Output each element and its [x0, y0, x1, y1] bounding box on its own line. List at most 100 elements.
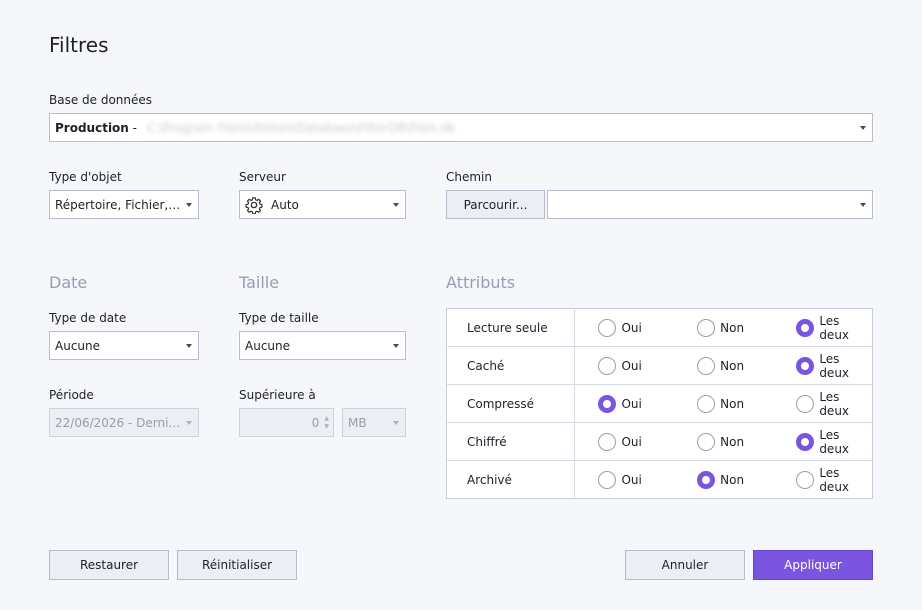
attribute-row: Caché Oui Non Les deux [446, 346, 873, 385]
page-title: Filtres [49, 33, 109, 57]
radio-checked-icon[interactable] [796, 432, 815, 451]
attribute-radio-label: Les deux [819, 313, 850, 342]
radio-unchecked-icon[interactable] [598, 470, 617, 489]
size-type-select[interactable]: Aucune [239, 331, 406, 360]
path-select[interactable] [547, 190, 873, 219]
attribute-radio-label: Oui [621, 358, 642, 373]
size-type-label: Type de taille [239, 311, 319, 325]
greater-than-value: 0 [311, 415, 320, 430]
attribute-name: Lecture seule [446, 308, 576, 347]
attribute-row: Chiffré Oui Non Les deux [446, 422, 873, 461]
attribute-radio[interactable]: Oui [575, 470, 674, 489]
attribute-option-cell: Non [674, 384, 774, 423]
greater-than-label: Supérieure à [239, 388, 316, 402]
chevron-down-icon [186, 420, 192, 425]
period-label: Période [49, 388, 94, 402]
attribute-option-cell: Oui [574, 460, 675, 499]
chevron-down-icon [393, 420, 399, 425]
attribute-option-cell: Les deux [773, 346, 873, 385]
radio-unchecked-icon[interactable] [697, 356, 716, 375]
attribute-radio-label: Non [720, 320, 745, 335]
chevron-down-icon [393, 343, 399, 348]
attribute-option-cell: Non [674, 460, 774, 499]
radio-unchecked-icon[interactable] [796, 470, 815, 489]
size-unit-value: MB [348, 415, 367, 430]
size-type-value: Aucune [245, 338, 291, 353]
reset-button[interactable]: Réinitialiser [177, 550, 297, 580]
attribute-row: Lecture seule Oui Non Les deux [446, 308, 873, 347]
attribute-option-cell: Non [674, 309, 773, 347]
attribute-radio-label: Oui [621, 320, 642, 335]
attribute-radio[interactable]: Non [674, 432, 773, 451]
radio-checked-icon[interactable] [697, 470, 716, 489]
attribute-radio[interactable]: Les deux [773, 314, 872, 342]
attribute-option-cell: Oui [574, 384, 675, 423]
database-label: Base de données [49, 93, 153, 107]
attribute-option-cell: Non [674, 346, 774, 385]
attribute-radio-label: Non [720, 434, 745, 449]
attribute-option-cell: Oui [575, 309, 674, 347]
attribute-radio-label: Oui [621, 472, 642, 487]
attribute-radio[interactable]: Non [674, 470, 773, 489]
attribute-radio[interactable]: Les deux [773, 428, 872, 456]
radio-unchecked-icon[interactable] [697, 432, 716, 451]
path-label: Chemin [446, 170, 492, 184]
greater-than-stepper[interactable]: 0 ▲ ▼ [239, 408, 334, 437]
radio-unchecked-icon[interactable] [796, 394, 815, 413]
attribute-radio[interactable]: Oui [575, 432, 674, 451]
attribute-option-cell: Les deux [773, 422, 873, 461]
radio-checked-icon[interactable] [598, 394, 617, 413]
spin-down-icon[interactable]: ▼ [324, 423, 329, 431]
attribute-radio[interactable]: Non [674, 394, 773, 413]
date-section-title: Date [49, 273, 88, 292]
size-section-title: Taille [239, 273, 280, 292]
radio-checked-icon[interactable] [796, 356, 815, 375]
attribute-name: Archivé [446, 460, 576, 499]
period-select[interactable]: 22/06/2026 - Dernie... [49, 408, 199, 437]
object-type-select[interactable]: Répertoire, Fichier, l... [49, 190, 199, 219]
database-name: Production [55, 120, 129, 135]
size-unit-select[interactable]: MB [342, 408, 406, 437]
radio-checked-icon[interactable] [796, 318, 815, 337]
server-value: Auto [271, 197, 299, 212]
attribute-radio[interactable]: Non [674, 318, 773, 337]
attribute-radio[interactable]: Les deux [773, 390, 872, 418]
radio-unchecked-icon[interactable] [697, 318, 716, 337]
period-value: 22/06/2026 - Dernie... [55, 415, 182, 430]
browse-button[interactable]: Parcourir... [446, 190, 545, 219]
attribute-radio[interactable]: Les deux [773, 466, 872, 494]
cancel-button[interactable]: Annuler [625, 550, 745, 580]
attributes-table: Lecture seule Oui Non Les deux Caché Oui Non Le… [446, 308, 873, 499]
radio-unchecked-icon[interactable] [697, 394, 716, 413]
apply-button[interactable]: Appliquer [753, 550, 873, 580]
attribute-radio-label: Oui [621, 434, 642, 449]
attribute-radio-label: Non [720, 472, 745, 487]
attribute-radio-label: Non [720, 358, 745, 373]
chevron-down-icon [186, 343, 192, 348]
database-select[interactable]: Production - C:\Program Files\Utilities\… [49, 113, 873, 142]
attribute-radio[interactable]: Non [674, 356, 773, 375]
chevron-down-icon [393, 202, 399, 207]
server-select[interactable]: Auto [239, 190, 406, 219]
database-separator: - [128, 120, 141, 135]
attributes-section-title: Attributs [446, 273, 516, 292]
date-type-select[interactable]: Aucune [49, 331, 199, 360]
attribute-radio-label: Les deux [819, 389, 850, 418]
attribute-radio-label: Les deux [819, 427, 850, 456]
object-type-value: Répertoire, Fichier, l... [55, 197, 182, 212]
attribute-radio[interactable]: Oui [575, 318, 674, 337]
attribute-radio[interactable]: Oui [575, 394, 674, 413]
radio-unchecked-icon[interactable] [598, 432, 617, 451]
attribute-radio[interactable]: Oui [575, 356, 674, 375]
chevron-down-icon [860, 202, 866, 207]
attribute-radio[interactable]: Les deux [773, 352, 872, 380]
spin-up-icon[interactable]: ▲ [324, 415, 329, 423]
radio-unchecked-icon[interactable] [598, 356, 617, 375]
attribute-option-cell: Les deux [773, 460, 873, 499]
restore-button[interactable]: Restaurer [49, 550, 169, 580]
attribute-name: Chiffré [446, 422, 576, 461]
attribute-option-cell: Oui [574, 346, 675, 385]
attribute-option-cell: Non [674, 422, 774, 461]
radio-unchecked-icon[interactable] [598, 318, 617, 337]
attribute-radio-label: Les deux [819, 465, 850, 494]
